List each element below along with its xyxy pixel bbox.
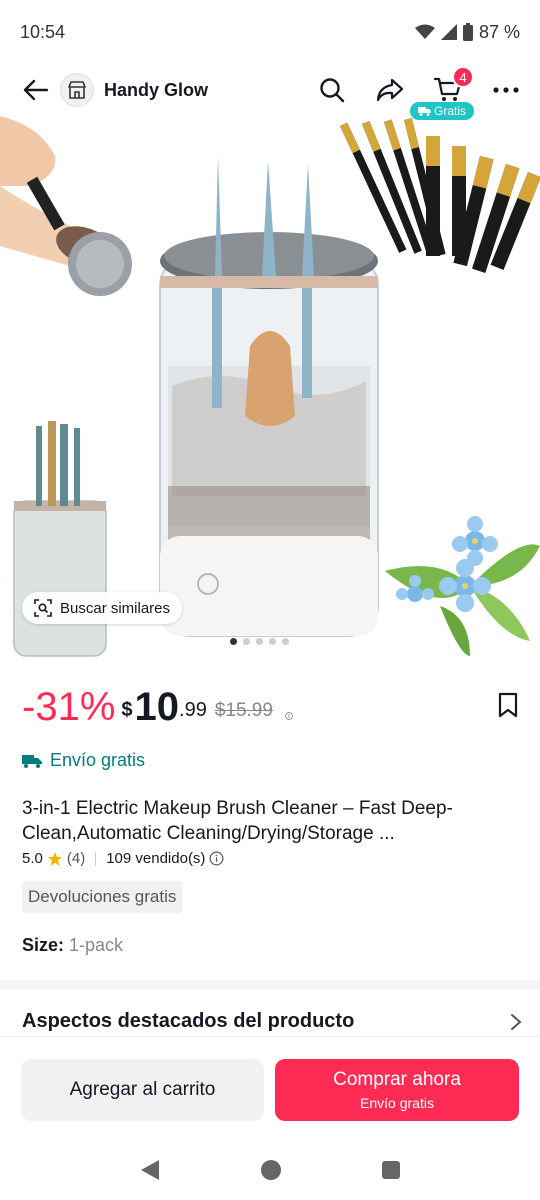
arrow-left-icon [23,79,49,101]
discount-percent: -31% [22,684,116,729]
info-icon[interactable] [279,712,299,732]
wifi-icon [414,24,435,39]
rating-value: 5.0 [22,850,43,867]
gallery-pagination [230,638,289,645]
app-header: Handy Glow 4 Gratis [0,64,540,120]
product-image [0,116,540,657]
truck-icon [418,107,431,116]
product-highlights-row[interactable]: Aspectos destacados del producto [22,1010,522,1033]
gallery-dot[interactable] [230,638,237,645]
chevron-right-icon [511,1013,522,1030]
nav-recents-icon[interactable] [381,1160,401,1180]
search-similar-button[interactable]: Buscar similares [22,592,183,624]
share-button[interactable] [372,72,408,108]
size-value: 1-pack [69,935,124,955]
rating-row[interactable]: 5.0 (4) 109 vendido(s) [22,850,224,867]
info-icon[interactable] [209,851,224,866]
system-nav-bar [0,1140,540,1200]
nav-back-icon[interactable] [139,1159,161,1181]
bookmark-icon[interactable] [498,692,518,718]
shop-avatar[interactable] [60,73,94,107]
sold-count: 109 vendido(s) [106,850,206,867]
currency-symbol: $ [121,699,133,721]
shop-name[interactable]: Handy Glow [104,80,314,101]
more-icon [493,87,519,93]
cart-free-badge: Gratis [410,102,475,120]
section-divider [0,980,540,990]
gallery-dot[interactable] [269,638,276,645]
free-shipping-row[interactable]: Envío gratis [22,750,145,771]
size-selector[interactable]: Size: 1-pack [22,935,123,956]
truck-icon [22,754,42,768]
battery-icon [462,23,473,41]
original-price: $15.99 [214,700,273,721]
price-integer: 10 [134,684,180,729]
status-time: 10:54 [20,21,66,42]
back-button[interactable] [16,70,56,110]
divider [95,851,97,866]
buy-now-button[interactable]: Comprar ahora Envío gratis [275,1059,519,1121]
price-decimal: .99 [179,699,207,721]
product-image-gallery[interactable]: Buscar similares [0,116,540,660]
nav-home-icon[interactable] [260,1159,282,1181]
search-icon [320,78,345,103]
price-row: -31% $ 10 .99 $15.99 [22,682,518,732]
status-bar: 10:54 87 % [0,0,540,64]
more-options-button[interactable] [488,72,524,108]
hand-with-brush-illustration [0,116,132,296]
size-label: Size: [22,935,65,955]
cart-button[interactable]: 4 Gratis [410,66,475,120]
gallery-dot[interactable] [256,638,263,645]
add-to-cart-button[interactable]: Agregar al carrito [21,1059,264,1121]
star-icon [47,851,62,866]
cart-count-badge: 4 [452,66,474,88]
brush-cleaner-device-illustration [159,156,379,637]
share-icon [376,78,404,102]
battery-level: 87 % [478,21,520,42]
image-search-icon [34,599,52,617]
rating-count: (4) [66,850,86,867]
gallery-dot[interactable] [282,638,289,645]
search-button[interactable] [314,72,350,108]
flower-decoration-illustration [385,516,540,656]
free-returns-badge: Devoluciones gratis [22,881,183,913]
product-title: 3-in-1 Electric Makeup Brush Cleaner – F… [22,798,453,844]
store-icon [68,81,86,99]
gallery-dot[interactable] [243,638,250,645]
bottom-action-bar: Agregar al carrito Comprar ahora Envío g… [0,1036,540,1140]
signal-icon [440,24,457,40]
